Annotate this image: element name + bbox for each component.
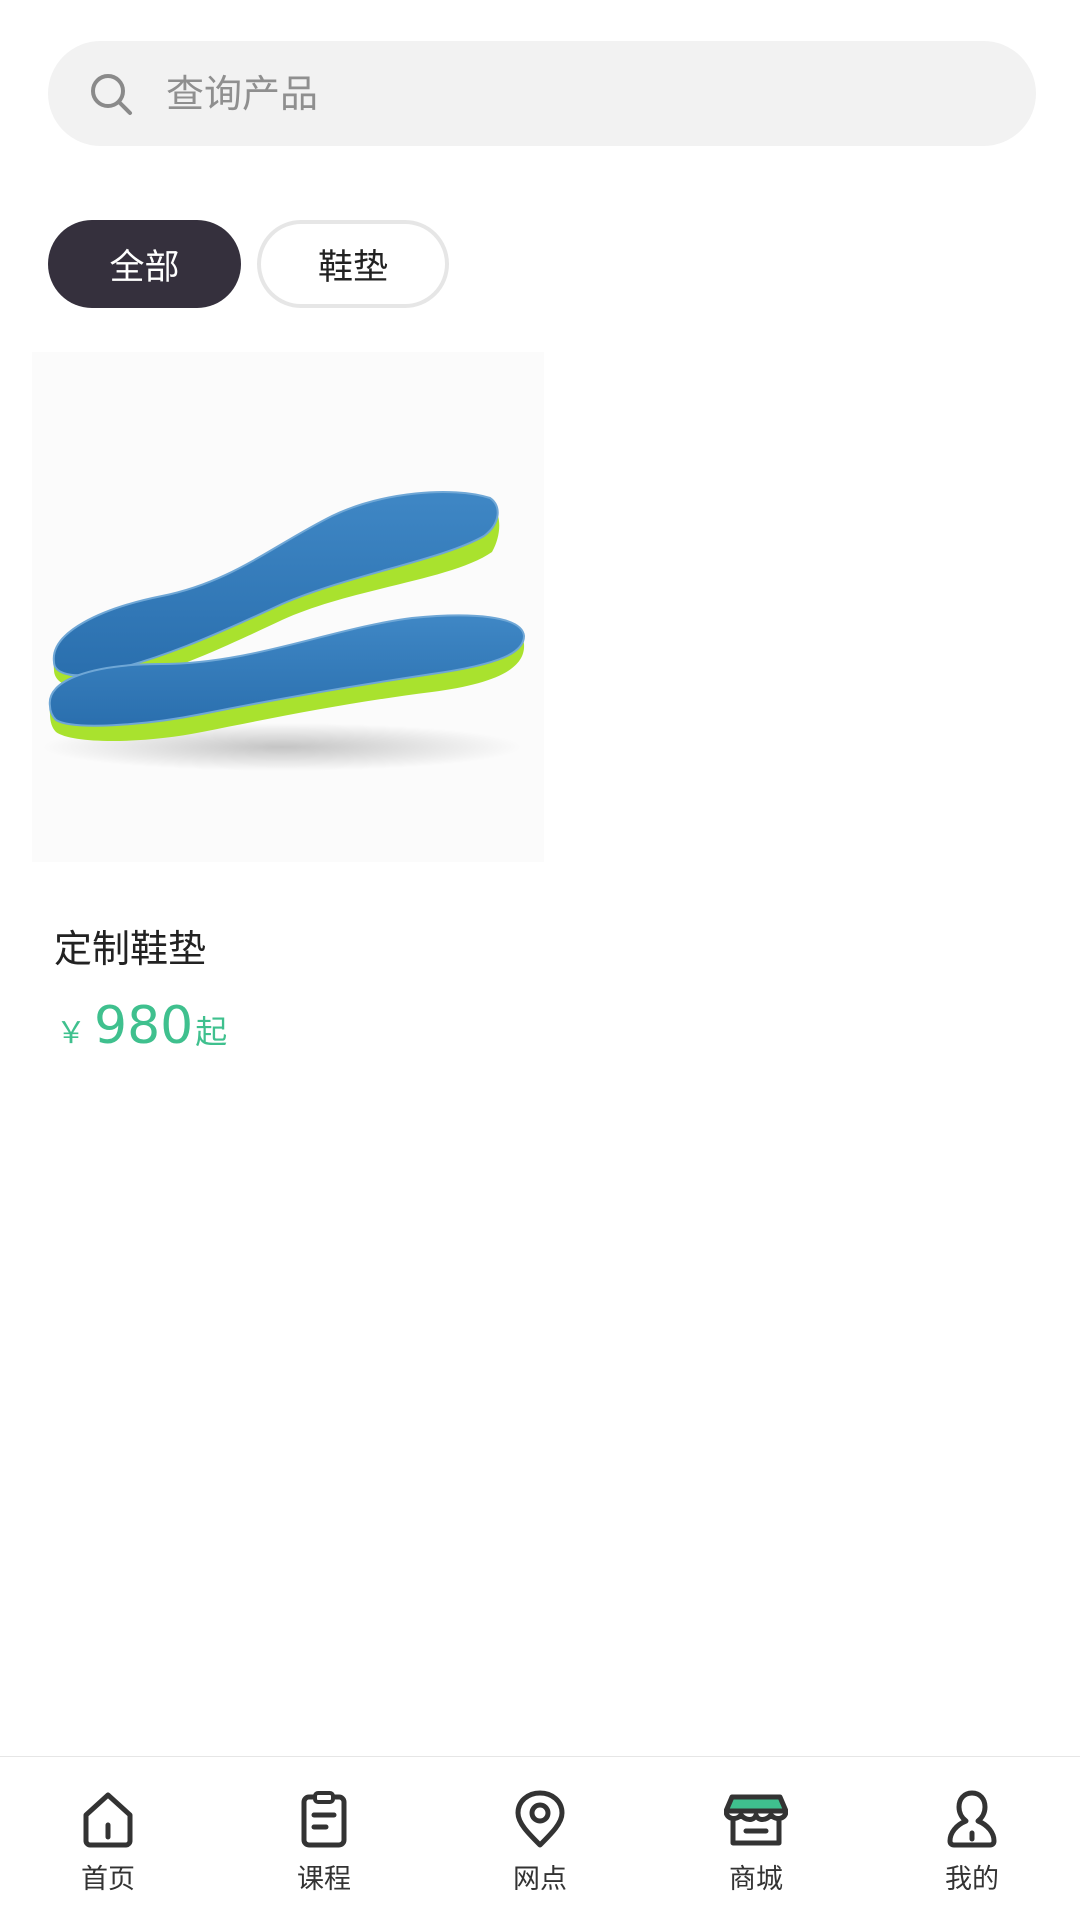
user-icon xyxy=(940,1787,1004,1851)
tab-home-label: 首页 xyxy=(81,1864,135,1895)
tab-outlets[interactable]: 网点 xyxy=(432,1757,648,1921)
filter-chips: 全部 鞋垫 xyxy=(48,220,449,308)
clipboard-icon xyxy=(292,1787,356,1851)
filter-chip-all[interactable]: 全部 xyxy=(48,220,241,308)
home-icon xyxy=(76,1787,140,1851)
tab-course[interactable]: 课程 xyxy=(216,1757,432,1921)
tab-store[interactable]: 商城 xyxy=(648,1757,864,1921)
search-icon xyxy=(86,69,136,119)
price-amount: 980 xyxy=(94,996,194,1056)
tab-store-label: 商城 xyxy=(729,1864,783,1895)
insole-product-image xyxy=(32,352,544,862)
tab-outlets-label: 网点 xyxy=(513,1864,567,1895)
tab-course-label: 课程 xyxy=(297,1864,351,1895)
price-currency: ￥ xyxy=(56,1016,86,1051)
tab-mine-label: 我的 xyxy=(945,1864,999,1895)
tab-mine[interactable]: 我的 xyxy=(864,1757,1080,1921)
product-name: 定制鞋垫 xyxy=(54,927,207,971)
product-price: ￥ 980 起 xyxy=(56,996,227,1056)
location-pin-icon xyxy=(508,1787,572,1851)
bottom-tab-bar: 首页 课程 网点 商城 我的 xyxy=(0,1756,1080,1921)
tab-home[interactable]: 首页 xyxy=(0,1757,216,1921)
store-icon xyxy=(724,1787,788,1851)
search-input[interactable] xyxy=(164,70,948,117)
product-card[interactable]: 定制鞋垫 ￥ 980 起 xyxy=(32,352,544,1056)
filter-chip-insole[interactable]: 鞋垫 xyxy=(257,220,449,308)
price-suffix: 起 xyxy=(195,1013,228,1051)
search-bar[interactable] xyxy=(48,41,1036,146)
